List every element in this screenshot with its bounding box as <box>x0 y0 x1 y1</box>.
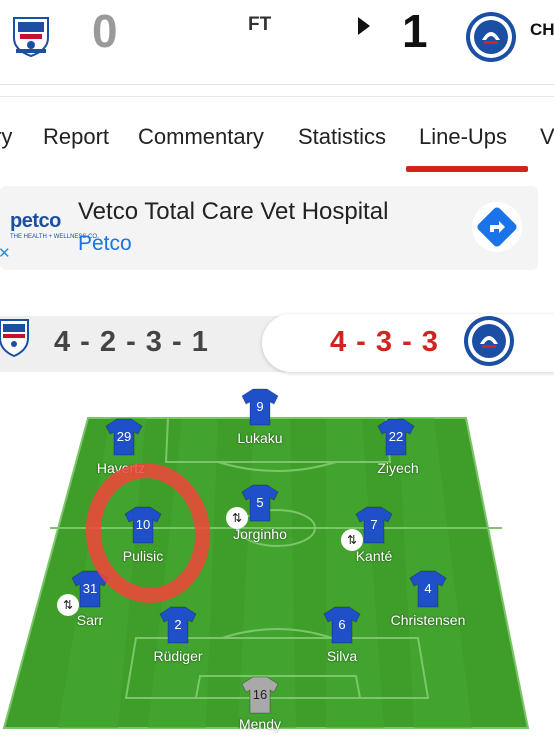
chelsea-crest-icon[interactable] <box>462 314 516 368</box>
ad-subtitle[interactable]: Petco <box>78 232 132 256</box>
player-number: 22 <box>388 429 404 444</box>
tab-video[interactable]: V <box>540 124 554 150</box>
play-icon[interactable] <box>358 17 370 35</box>
home-score: 0 <box>92 5 118 57</box>
player-number: 2 <box>174 617 182 632</box>
active-tab-indicator <box>406 166 528 172</box>
player-number: 9 <box>256 399 264 414</box>
player-number: 31 <box>82 581 98 596</box>
away-team-abbr: CH <box>530 20 554 39</box>
player-name[interactable]: Sarr <box>77 612 103 628</box>
player-jersey[interactable]: 9 <box>240 388 280 426</box>
player-name[interactable]: Lukaku <box>237 430 282 446</box>
player-jersey[interactable]: 2 <box>158 606 198 644</box>
home-formation[interactable]: 4 - 2 - 3 - 1 <box>54 326 209 359</box>
player-name[interactable]: Ziyech <box>377 460 418 476</box>
player-number: 5 <box>256 495 264 510</box>
tab-line-ups[interactable]: Line-Ups <box>419 124 507 150</box>
substitution-icon: ⇅ <box>341 529 363 551</box>
tab-commentary[interactable]: Commentary <box>138 124 264 150</box>
player-number: 29 <box>116 429 132 444</box>
player-jersey[interactable]: 6 <box>322 606 362 644</box>
player-name[interactable]: Jorginho <box>233 526 287 542</box>
player-number: 16 <box>252 687 268 702</box>
chelsea-crest-icon[interactable] <box>464 10 518 64</box>
player-jersey[interactable]: 22 <box>376 418 416 456</box>
player-number: 7 <box>370 517 378 532</box>
player-jersey[interactable]: 29 <box>104 418 144 456</box>
match-screen: 0 FT 1 CH ry Report Commentary Statistic… <box>0 0 554 750</box>
match-status: FT <box>248 14 272 35</box>
player-name[interactable]: Kanté <box>356 548 393 564</box>
ad-close-icon[interactable]: ✕ <box>0 244 11 262</box>
away-formation[interactable]: 4 - 3 - 3 <box>330 326 439 359</box>
ad-banner[interactable]: petco THE HEALTH + WELLNESS CO. Vetco To… <box>0 186 538 270</box>
tab-report[interactable]: Report <box>43 124 109 150</box>
substitution-icon: ⇅ <box>57 594 79 616</box>
tab-statistics[interactable]: Statistics <box>298 124 386 150</box>
player-name[interactable]: Mendy <box>239 716 281 732</box>
player-name[interactable]: Silva <box>327 648 357 664</box>
player-name[interactable]: Rüdiger <box>153 648 202 664</box>
directions-icon[interactable] <box>472 202 522 252</box>
player-name[interactable]: Christensen <box>391 612 466 628</box>
away-score: 1 <box>402 5 428 57</box>
crystal-palace-crest-icon[interactable] <box>0 316 32 360</box>
substitution-icon: ⇅ <box>226 507 248 529</box>
player-number: 6 <box>338 617 346 632</box>
score-header: 0 FT 1 CH <box>0 0 554 85</box>
player-number: 4 <box>424 581 432 596</box>
crystal-palace-crest-icon[interactable] <box>8 12 54 58</box>
tab-summary[interactable]: ry <box>0 124 12 150</box>
header-divider <box>0 84 554 85</box>
ad-title[interactable]: Vetco Total Care Vet Hospital <box>78 198 388 226</box>
player-jersey[interactable]: 4 <box>408 570 448 608</box>
player-jersey[interactable]: 16 <box>240 676 280 714</box>
